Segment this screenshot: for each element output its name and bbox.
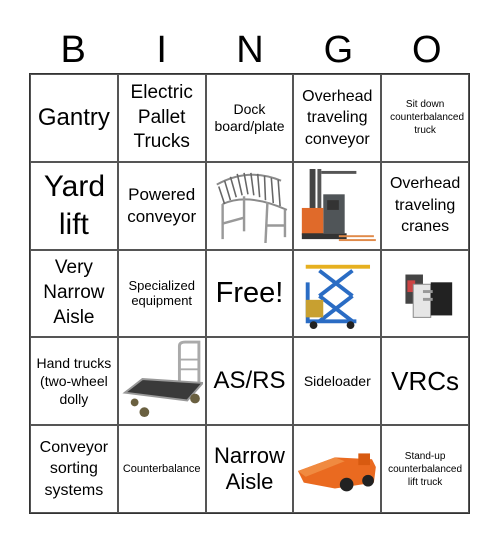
header-letter-g: G bbox=[323, 29, 354, 71]
bingo-cell[interactable]: Yard lift bbox=[30, 161, 118, 250]
cell-label: Very Narrow Aisle bbox=[43, 257, 105, 328]
cell-label: Powered conveyor bbox=[127, 184, 197, 226]
cell-label: Conveyor sorting systems bbox=[39, 438, 109, 499]
bingo-cell[interactable]: Electric Pallet Trucks bbox=[117, 74, 206, 162]
bingo-header: B I N G O bbox=[29, 28, 471, 73]
cell-label: AS/RS bbox=[213, 367, 286, 395]
bingo-cell[interactable]: Specialized equipment bbox=[117, 249, 206, 338]
cell-label: VRCs bbox=[391, 365, 460, 396]
bingo-card: Gantry Electric Pallet Trucks Dock board… bbox=[29, 73, 470, 514]
cell-label: Sit down counterbalanced truck bbox=[390, 99, 465, 137]
cell-label: Counterbalance bbox=[122, 463, 201, 476]
cell-label: Stand-up counterbalanced lift truck bbox=[388, 450, 463, 488]
bingo-cell[interactable]: Sideloader bbox=[293, 337, 382, 426]
bingo-cell[interactable]: Gantry bbox=[30, 74, 118, 162]
forklift-clamp-attachment-image bbox=[405, 274, 453, 318]
orange-mining-loader-image bbox=[298, 453, 377, 492]
cell-label: Overhead traveling cranes bbox=[389, 175, 461, 236]
bingo-cell[interactable] bbox=[293, 249, 382, 338]
bingo-cell[interactable]: Very Narrow Aisle bbox=[30, 249, 118, 338]
cell-label: Overhead traveling conveyor bbox=[302, 87, 373, 148]
bingo-cell[interactable]: Stand-up counterbalanced lift truck bbox=[381, 425, 469, 513]
bingo-cell[interactable]: Dock board/plate bbox=[205, 74, 294, 162]
bingo-cell[interactable]: VRCs bbox=[381, 337, 469, 426]
cell-label: Narrow Aisle bbox=[214, 442, 285, 495]
bingo-cell[interactable]: AS/RS bbox=[205, 337, 294, 426]
cell-label: Sideloader bbox=[303, 372, 371, 389]
header-letter-o: O bbox=[412, 29, 442, 71]
curved-roller-conveyor-image bbox=[215, 172, 287, 243]
bingo-cell[interactable]: Overhead traveling cranes bbox=[381, 161, 469, 250]
free-space[interactable]: Free! bbox=[205, 249, 294, 338]
bingo-cell[interactable] bbox=[381, 249, 469, 338]
scissor-lift-table-image bbox=[306, 264, 371, 329]
cell-label: Yard lift bbox=[43, 170, 106, 241]
cell-label: Specialized equipment bbox=[128, 277, 195, 309]
bingo-cell[interactable] bbox=[117, 337, 206, 426]
bingo-cell[interactable]: Overhead traveling conveyor bbox=[293, 74, 382, 162]
cell-label: Hand trucks (two-wheel dolly bbox=[36, 355, 112, 408]
bingo-cell[interactable] bbox=[205, 161, 294, 250]
bingo-cell[interactable]: Sit down counterbalanced truck bbox=[381, 74, 469, 162]
bingo-cell[interactable] bbox=[293, 161, 382, 250]
header-letter-n: N bbox=[236, 29, 264, 71]
bingo-cell[interactable]: Hand trucks (two-wheel dolly bbox=[30, 337, 118, 426]
header-letter-i: I bbox=[156, 29, 167, 71]
bingo-cell[interactable]: Counterbalance bbox=[117, 425, 206, 513]
order-picker-forklift-image bbox=[302, 168, 377, 241]
cell-label: Gantry bbox=[37, 103, 110, 131]
bingo-cell[interactable]: Conveyor sorting systems bbox=[30, 425, 118, 513]
header-letter-b: B bbox=[60, 29, 86, 71]
bingo-cell[interactable]: Powered conveyor bbox=[117, 161, 206, 250]
cell-label: Electric Pallet Trucks bbox=[130, 81, 193, 153]
bingo-cell[interactable]: Narrow Aisle bbox=[205, 425, 294, 513]
cell-label: Dock board/plate bbox=[214, 101, 285, 134]
free-space-label: Free! bbox=[215, 276, 284, 309]
bingo-cell[interactable] bbox=[293, 425, 382, 513]
platform-hand-truck-image bbox=[122, 340, 203, 418]
